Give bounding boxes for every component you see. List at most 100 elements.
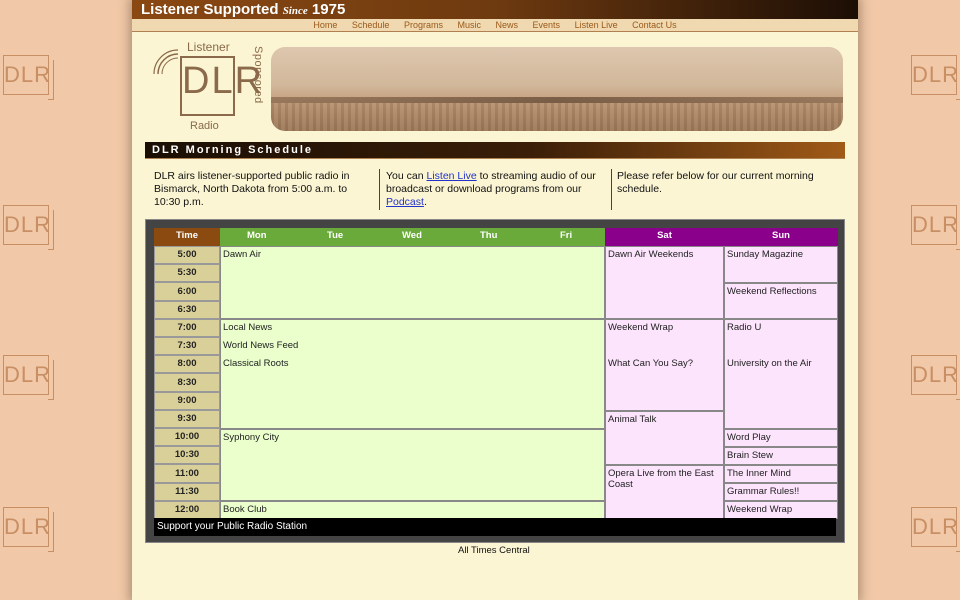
header-mon: Mon xyxy=(247,230,267,241)
program-block[interactable]: Word Play xyxy=(724,429,838,447)
program-name: Word Play xyxy=(727,432,771,443)
nav-home[interactable]: Home xyxy=(313,20,337,30)
time-cell: 7:00 xyxy=(154,319,220,337)
program-block[interactable]: Opera Live from the East Coast xyxy=(605,465,724,519)
time-cell: 9:30 xyxy=(154,410,220,428)
program-name: Sunday Magazine xyxy=(727,249,804,260)
program-block[interactable]: Weekend Reflections xyxy=(724,283,838,319)
bg-logo: DLR xyxy=(3,355,54,400)
program-name: Syphony City xyxy=(223,432,279,443)
program-name: Local News xyxy=(223,322,273,333)
hero-prairie-image xyxy=(271,47,843,131)
signal-waves-icon xyxy=(153,49,179,75)
program-name: Brain Stew xyxy=(727,450,773,461)
program-block[interactable]: Weekend Wrap What Can You Say? xyxy=(605,319,724,411)
time-cell: 11:30 xyxy=(154,483,220,501)
bg-logo: DLR xyxy=(911,507,960,552)
site-banner: Listener Supported Since 1975 xyxy=(132,0,858,19)
nav-listen-live[interactable]: Listen Live xyxy=(575,20,618,30)
program-block[interactable]: Brain Stew xyxy=(724,447,838,465)
site-logo[interactable]: Listener DLR Radio Sponsored xyxy=(150,40,270,135)
time-cell: 10:30 xyxy=(154,446,220,464)
time-cell: 10:00 xyxy=(154,428,220,446)
nav-schedule[interactable]: Schedule xyxy=(352,20,390,30)
page-title: DLR Morning Schedule xyxy=(145,142,845,159)
program-name: Weekend Wrap xyxy=(727,504,793,515)
listen-live-link[interactable]: Listen Live xyxy=(427,170,477,182)
header-wed: Wed xyxy=(402,230,422,241)
intro-col-3: Please refer below for our current morni… xyxy=(617,170,839,196)
nav-music[interactable]: Music xyxy=(457,20,481,30)
program-name: Opera Live from the East Coast xyxy=(608,468,714,490)
nav-news[interactable]: News xyxy=(496,20,519,30)
program-block[interactable]: Weekend Wrap xyxy=(724,501,838,519)
time-cell: 11:00 xyxy=(154,464,220,483)
header-thu: Thu xyxy=(480,230,498,241)
program-block[interactable]: Animal Talk xyxy=(605,411,724,465)
program-block[interactable]: Sunday Magazine xyxy=(724,246,838,283)
banner-year: 1975 xyxy=(311,1,346,18)
intro-col-1: DLR airs listener-supported public radio… xyxy=(154,170,372,209)
program-block[interactable]: Syphony City xyxy=(220,429,605,501)
time-cell: 7:30 xyxy=(154,337,220,355)
program-block[interactable]: Dawn Air Weekends xyxy=(605,246,724,319)
program-name: Dawn Air xyxy=(223,249,262,260)
logo-sponsored: Sponsored xyxy=(252,46,264,104)
program-name: University on the Air xyxy=(727,358,812,369)
bg-logo: DLR xyxy=(911,55,960,100)
program-block[interactable]: The Inner Mind xyxy=(724,465,838,483)
time-cell: 5:00 xyxy=(154,246,220,264)
program-name: The Inner Mind xyxy=(727,468,791,479)
nav-contact-us[interactable]: Contact Us xyxy=(632,20,677,30)
hero-ground xyxy=(271,103,843,131)
program-name: Dawn Air Weekends xyxy=(608,249,694,260)
program-name: Weekend Wrap xyxy=(608,322,674,333)
program-name: Radio U xyxy=(727,322,762,333)
nav-events[interactable]: Events xyxy=(533,20,561,30)
intro-text-3: Please refer below for our current morni… xyxy=(617,170,814,195)
time-cell: 12:00 xyxy=(154,501,220,519)
program-name: Grammar Rules!! xyxy=(727,486,800,497)
banner-main: Listener Supported xyxy=(141,1,279,18)
program-block[interactable]: Dawn Air xyxy=(220,246,605,319)
nav-programs[interactable]: Programs xyxy=(404,20,443,30)
header-sun: Sun xyxy=(724,228,838,246)
support-banner[interactable]: Support your Public Radio Station xyxy=(154,518,836,536)
time-cell: 9:00 xyxy=(154,392,220,410)
time-cell: 6:00 xyxy=(154,282,220,301)
program-block[interactable]: Local News World News Feed Classical Roo… xyxy=(220,319,605,429)
divider xyxy=(611,169,612,210)
program-name: Book Club xyxy=(223,504,267,515)
program-name: Weekend Reflections xyxy=(727,286,817,297)
intro-col-2: You can Listen Live to streaming audio o… xyxy=(386,170,600,209)
bg-logo: DLR xyxy=(911,205,960,250)
intro-prefix: You can xyxy=(386,170,424,182)
header-fri: Fri xyxy=(560,230,573,241)
program-block[interactable]: Radio U University on the Air xyxy=(724,319,838,429)
divider xyxy=(379,169,380,210)
timezone-note: All Times Central xyxy=(458,545,530,556)
logo-letters: DLR xyxy=(180,56,262,116)
header-time: Time xyxy=(154,228,220,246)
time-cell: 6:30 xyxy=(154,301,220,319)
program-name: World News Feed xyxy=(223,340,299,351)
header-sat: Sat xyxy=(605,228,724,246)
logo-listener: Listener xyxy=(187,40,230,54)
program-name: Classical Roots xyxy=(223,358,289,369)
top-nav: Home Schedule Programs Music News Events… xyxy=(132,19,858,32)
bg-logo: DLR xyxy=(911,355,960,400)
schedule-table: Time Mon Tue Wed Thu Fri Sat Sun 5:00 5:3… xyxy=(145,219,845,543)
intro-suffix: . xyxy=(423,196,427,208)
time-cell: 5:30 xyxy=(154,264,220,282)
program-block[interactable]: Grammar Rules!! xyxy=(724,483,838,501)
logo-radio: Radio xyxy=(190,120,219,132)
banner-since: Since xyxy=(282,5,308,17)
podcast-link[interactable]: Podcast xyxy=(386,196,424,208)
header-tue: Tue xyxy=(327,230,344,241)
bg-logo: DLR xyxy=(3,55,54,100)
intro-text-1: DLR airs listener-supported public radio… xyxy=(154,170,350,208)
program-block[interactable]: Book Club xyxy=(220,501,605,519)
page-container: Listener Supported Since 1975 Home Sched… xyxy=(132,0,858,600)
program-name: What Can You Say? xyxy=(608,358,694,369)
header-weekdays: Mon Tue Wed Thu Fri xyxy=(220,228,605,246)
